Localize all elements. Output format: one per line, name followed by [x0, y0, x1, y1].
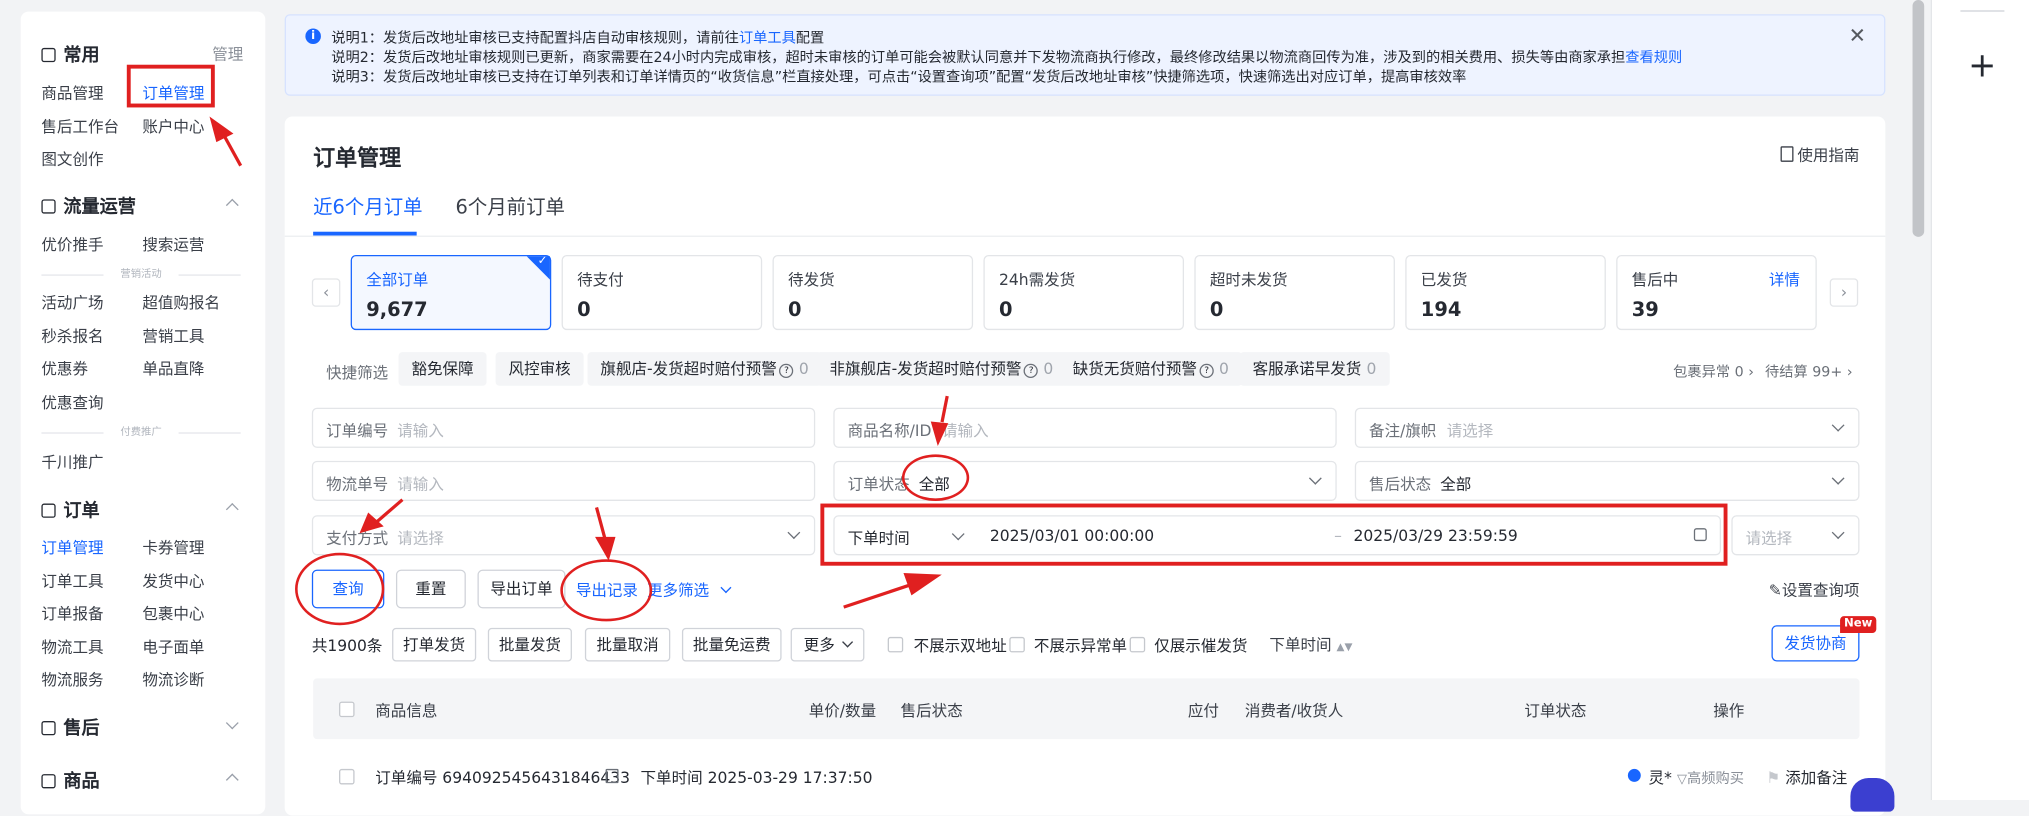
arrow-to-time-range: [843, 582, 915, 609]
arrow-to-product-field: [940, 395, 949, 423]
arrowhead-order-manage: [209, 116, 234, 143]
arrow-to-pay-method: [372, 498, 404, 526]
arrowhead-time-range: [903, 573, 942, 596]
arrowhead-pay-method: [359, 512, 384, 534]
arrow-to-export-log: [594, 507, 608, 542]
annotation-arrows: [209, 116, 949, 609]
arrowhead-product-field: [930, 421, 949, 447]
arrowhead-export-log: [595, 536, 616, 561]
